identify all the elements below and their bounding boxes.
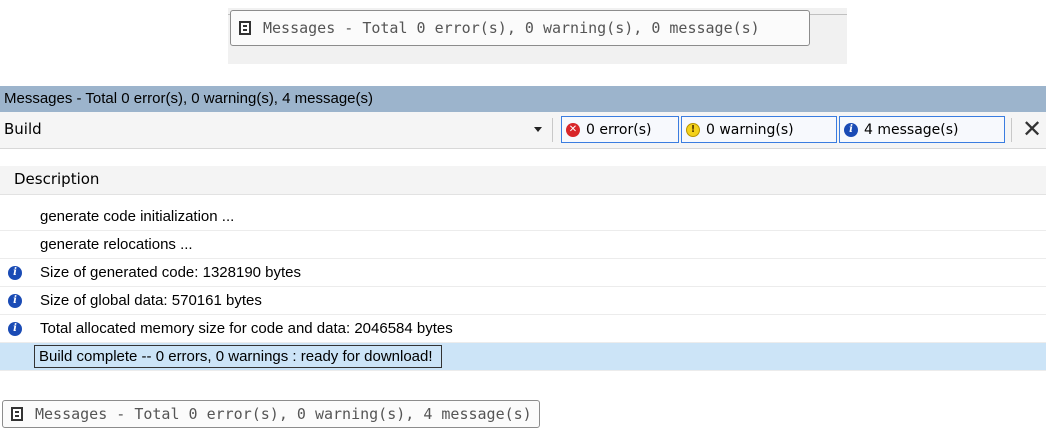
chevron-down-icon[interactable] — [534, 127, 542, 132]
message-text: Total allocated memory size for code and… — [40, 320, 453, 337]
description-column-label: Description — [14, 170, 100, 188]
warning-filter-button[interactable]: ! 0 warning(s) — [681, 116, 837, 143]
list-item[interactable]: i Size of generated code: 1328190 bytes — [0, 259, 1046, 287]
error-filter-label: 0 error(s) — [586, 121, 652, 138]
document-icon — [239, 21, 251, 35]
panel-title-bar: Messages - Total 0 error(s), 0 warning(s… — [0, 86, 1046, 112]
document-icon — [11, 407, 23, 421]
toolbar-separator — [1011, 118, 1012, 142]
messages-tab-bottom[interactable]: Messages - Total 0 error(s), 0 warning(s… — [2, 400, 540, 428]
message-filter-label: 4 message(s) — [864, 121, 959, 138]
messages-tab-top[interactable]: Messages - Total 0 error(s), 0 warning(s… — [230, 10, 810, 46]
messages-tab-label: Messages - Total 0 error(s), 0 warning(s… — [35, 405, 532, 423]
scope-selector[interactable]: Build — [4, 120, 42, 138]
list-item[interactable]: i Size of global data: 570161 bytes — [0, 287, 1046, 315]
column-header[interactable]: Description — [0, 166, 1046, 195]
list-item[interactable]: generate relocations ... — [0, 231, 1046, 259]
message-text: generate relocations ... — [40, 236, 193, 253]
messages-tab-label: Messages - Total 0 error(s), 0 warning(s… — [263, 19, 760, 37]
messages-toolbar: Build ✕ 0 error(s) ! 0 warning(s) i 4 me… — [0, 112, 1046, 149]
error-filter-button[interactable]: ✕ 0 error(s) — [561, 116, 679, 143]
messages-panel: Messages - Total 0 error(s), 0 warning(s… — [0, 86, 1046, 428]
list-item[interactable]: i Total allocated memory size for code a… — [0, 315, 1046, 343]
toolbar-separator — [552, 118, 553, 142]
info-icon: i — [844, 122, 858, 137]
message-text: Size of generated code: 1328190 bytes — [40, 264, 302, 281]
info-icon: i — [8, 265, 22, 280]
list-item[interactable]: generate code initialization ... — [0, 203, 1046, 231]
message-text: generate code initialization ... — [40, 208, 235, 225]
message-text: Size of global data: 570161 bytes — [40, 292, 262, 309]
warning-icon: ! — [686, 122, 700, 137]
top-tab-strip: Messages - Total 0 error(s), 0 warning(s… — [228, 8, 847, 64]
info-icon: i — [8, 321, 22, 336]
warning-filter-label: 0 warning(s) — [706, 121, 794, 138]
info-icon: i — [8, 293, 22, 308]
messages-list: generate code initialization ... generat… — [0, 203, 1046, 371]
message-filter-button[interactable]: i 4 message(s) — [839, 116, 1005, 143]
error-icon: ✕ — [566, 122, 580, 137]
message-text: Build complete -- 0 errors, 0 warnings :… — [34, 345, 442, 368]
list-item-selected[interactable]: Build complete -- 0 errors, 0 warnings :… — [0, 343, 1046, 371]
close-icon[interactable]: ✕ — [1022, 117, 1042, 141]
